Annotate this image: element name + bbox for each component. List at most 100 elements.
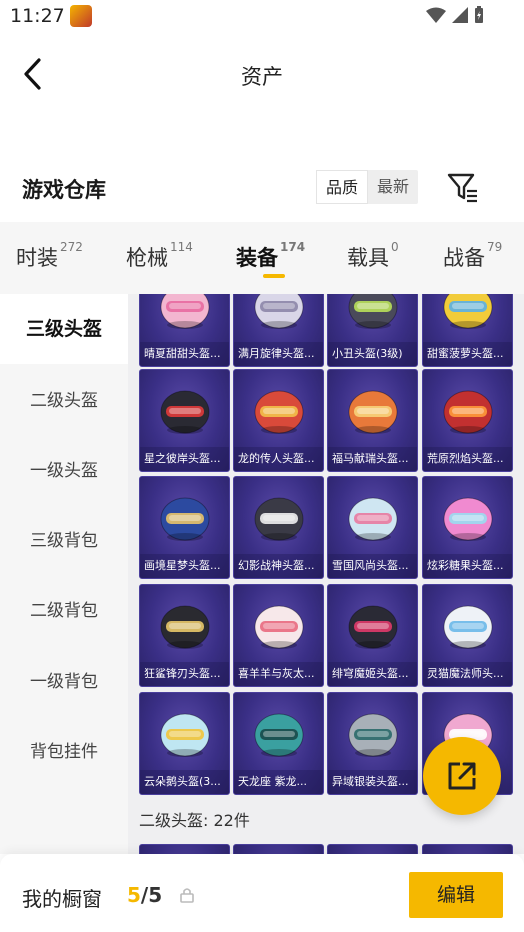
tab-label: 战备: [443, 246, 485, 270]
item-name: 灵猫魔法师头...: [423, 662, 512, 686]
helmet-icon: [443, 294, 492, 329]
item-card[interactable]: 雪国风尚头盔...: [327, 476, 418, 579]
item-name: 云朵鹅头盔(3...: [140, 770, 229, 794]
assets-page: 11:27 资产 游戏仓库 品质 最新 时装 272 枪械 114 装备 174…: [0, 0, 524, 932]
item-name: 绯穹魔姬头盔...: [328, 662, 417, 686]
wifi-icon: [426, 7, 446, 23]
item-card[interactable]: 荒原烈焰头盔...: [422, 369, 513, 472]
tab-equipment[interactable]: 装备 174: [236, 240, 306, 272]
status-bar: 11:27: [0, 0, 524, 34]
share-edit-fab[interactable]: [423, 737, 501, 815]
sort-quality-button[interactable]: 品质: [316, 170, 369, 204]
helmet-icon: [160, 294, 209, 329]
item-name: 荒原烈焰头盔...: [423, 447, 512, 471]
item-card[interactable]: 福马献瑞头盔...: [327, 369, 418, 472]
warehouse-title: 游戏仓库: [22, 178, 106, 202]
lock-icon: [180, 888, 194, 903]
item-card[interactable]: 狂鲨锋刃头盔...: [139, 584, 230, 687]
item-card[interactable]: [327, 844, 418, 854]
item-card[interactable]: 满月旋律头盔...: [233, 294, 324, 367]
showcase-total: /5: [140, 883, 163, 907]
status-time: 11:27: [10, 5, 65, 27]
category-backpack-charm[interactable]: 背包挂件: [0, 717, 128, 787]
item-card[interactable]: 灵猫魔法师头...: [422, 584, 513, 687]
showcase-count: 5/5: [127, 883, 162, 907]
helmet-icon: [254, 294, 303, 329]
category-level1-helmet[interactable]: 一级头盔: [0, 436, 128, 506]
helmet-icon: [443, 390, 492, 434]
helmet-icon: [348, 497, 397, 541]
item-name: 福马献瑞头盔...: [328, 447, 417, 471]
item-name: 雪国风尚头盔...: [328, 554, 417, 578]
item-name: 画境星梦头盔...: [140, 554, 229, 578]
item-name: 星之彼岸头盔...: [140, 447, 229, 471]
item-card[interactable]: 喜羊羊与灰太...: [233, 584, 324, 687]
item-card[interactable]: 云朵鹅头盔(3...: [139, 692, 230, 795]
item-card[interactable]: 甜蜜菠萝头盔...: [422, 294, 513, 367]
helmet-icon: [160, 713, 209, 757]
helmet-icon: [348, 605, 397, 649]
item-name: 狂鲨锋刃头盔...: [140, 662, 229, 686]
warehouse-section-header: 游戏仓库 品质 最新: [0, 160, 524, 216]
item-card[interactable]: 晴夏甜甜头盔...: [139, 294, 230, 367]
item-card[interactable]: 炫彩糖果头盔...: [422, 476, 513, 579]
showcase-label: 我的橱窗: [22, 887, 102, 911]
showcase-current: 5: [127, 883, 141, 907]
edit-button[interactable]: 编辑: [409, 872, 503, 918]
item-name: 满月旋律头盔...: [234, 342, 323, 366]
category-level3-backpack[interactable]: 三级背包: [0, 506, 128, 576]
subsection-header: 二级头盔: 22件: [139, 811, 250, 830]
item-name: 晴夏甜甜头盔...: [140, 342, 229, 366]
helmet-icon: [254, 390, 303, 434]
category-level3-helmet[interactable]: 三级头盔: [0, 294, 128, 364]
item-card[interactable]: [422, 844, 513, 854]
tab-label: 载具: [347, 246, 389, 270]
tab-fashion[interactable]: 时装 272: [16, 240, 83, 272]
category-level1-backpack[interactable]: 一级背包: [0, 647, 128, 717]
tab-weapons[interactable]: 枪械 114: [126, 240, 193, 272]
tab-count: 272: [60, 240, 83, 254]
asset-tabs: 时装 272 枪械 114 装备 174 载具 0 战备 79: [0, 222, 524, 294]
helmet-icon: [254, 497, 303, 541]
item-name: 异域银装头盔...: [328, 770, 417, 794]
item-name: 炫彩糖果头盔...: [423, 554, 512, 578]
signal-icon: [452, 7, 468, 23]
item-name: 幻影战神头盔...: [234, 554, 323, 578]
item-name: 小丑头盔(3级): [328, 342, 417, 366]
item-card[interactable]: 幻影战神头盔...: [233, 476, 324, 579]
battery-icon: [475, 6, 483, 23]
page-title: 资产: [241, 65, 283, 89]
item-card[interactable]: 小丑头盔(3级): [327, 294, 418, 367]
helmet-icon: [160, 390, 209, 434]
tab-count: 174: [280, 240, 306, 254]
tab-vehicles[interactable]: 载具 0: [347, 240, 399, 272]
category-list: 三级头盔 二级头盔 一级头盔 三级背包 二级背包 一级背包 背包挂件: [0, 294, 128, 854]
item-card[interactable]: 画境星梦头盔...: [139, 476, 230, 579]
item-name: 甜蜜菠萝头盔...: [423, 342, 512, 366]
tab-label: 装备: [236, 246, 278, 270]
item-card[interactable]: 绯穹魔姬头盔...: [327, 584, 418, 687]
item-card[interactable]: 星之彼岸头盔...: [139, 369, 230, 472]
filter-button[interactable]: [446, 172, 480, 204]
helmet-icon: [443, 497, 492, 541]
external-link-icon: [448, 762, 476, 790]
filter-icon: [447, 173, 477, 203]
item-card[interactable]: 异域银装头盔...: [327, 692, 418, 795]
app-header: 资产: [0, 40, 524, 110]
helmet-icon: [443, 605, 492, 649]
sort-latest-button[interactable]: 最新: [368, 170, 418, 204]
item-name: 天龙座 紫龙...: [234, 770, 323, 794]
tab-count: 79: [487, 240, 503, 254]
tab-supplies[interactable]: 战备 79: [443, 240, 503, 272]
item-card[interactable]: 龙的传人头盔...: [233, 369, 324, 472]
tab-count: 114: [170, 240, 193, 254]
item-card[interactable]: 天龙座 紫龙...: [233, 692, 324, 795]
app-notification-icon: [70, 5, 92, 27]
showcase-bar: 我的橱窗 5/5 编辑: [0, 854, 524, 932]
item-card[interactable]: [139, 844, 230, 854]
category-level2-backpack[interactable]: 二级背包: [0, 576, 128, 646]
category-level2-helmet[interactable]: 二级头盔: [0, 366, 128, 436]
item-card[interactable]: [233, 844, 324, 854]
helmet-icon: [254, 713, 303, 757]
helmet-icon: [348, 294, 397, 329]
